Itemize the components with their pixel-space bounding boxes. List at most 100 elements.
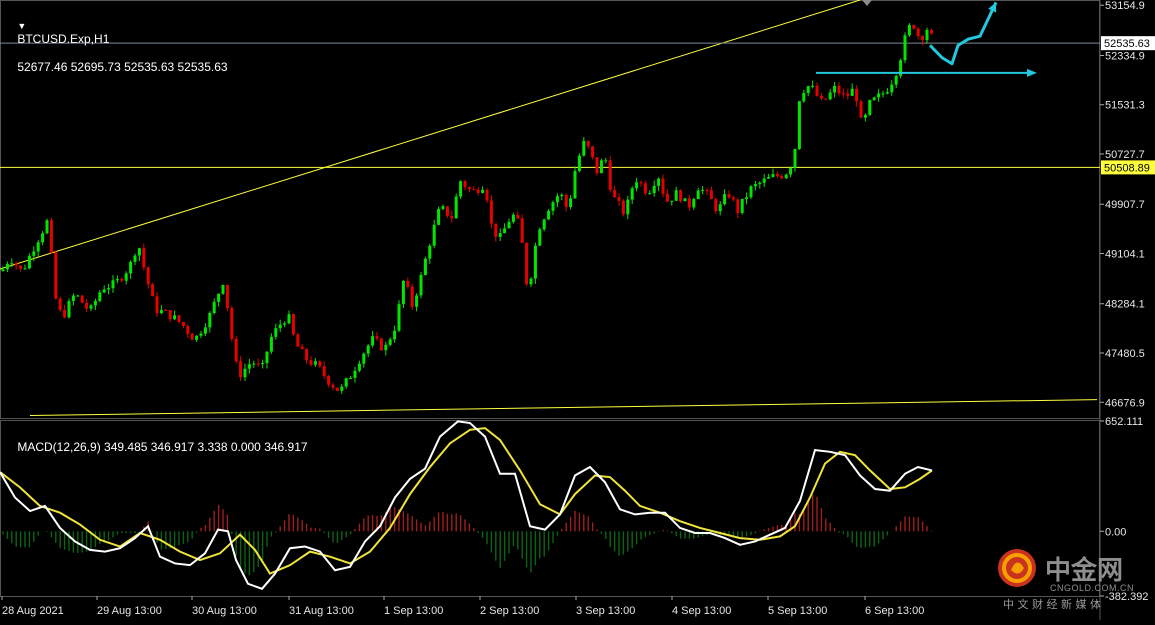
- bear-candle: [19, 265, 23, 269]
- bear-candle: [291, 314, 295, 335]
- time-tick-label: 1 Sep 13:00: [384, 605, 443, 617]
- bear-candle: [146, 267, 150, 285]
- bear-candle: [815, 85, 819, 96]
- bull-candle: [784, 174, 788, 179]
- bear-candle: [63, 309, 67, 318]
- bear-candle: [186, 325, 190, 334]
- bull-candle: [419, 274, 423, 296]
- time-tick-label: 2 Sep 13:00: [480, 605, 539, 617]
- bull-candle: [850, 88, 854, 96]
- bull-candle: [890, 84, 894, 93]
- bear-candle: [520, 218, 524, 243]
- bear-candle: [467, 187, 471, 190]
- bull-candle: [872, 97, 876, 101]
- bull-candle: [577, 155, 581, 172]
- bull-candle: [252, 363, 256, 365]
- bull-candle: [173, 315, 177, 320]
- bull-candle: [538, 229, 542, 246]
- time-tick-label: 3 Sep 13:00: [576, 605, 635, 617]
- bear-candle: [621, 200, 625, 215]
- bear-candle: [142, 248, 146, 268]
- bear-candle: [516, 214, 520, 219]
- bear-candle: [586, 140, 590, 147]
- symbol-label: BTCUSD.Exp,H1: [17, 32, 110, 46]
- bull-candle: [10, 263, 14, 265]
- bear-candle: [714, 199, 718, 212]
- bull-candle: [547, 210, 551, 220]
- bull-candle: [758, 182, 762, 185]
- bear-candle: [591, 146, 595, 158]
- bull-candle: [863, 114, 867, 118]
- bear-candle: [168, 310, 172, 320]
- bull-candle: [459, 181, 463, 197]
- chart-stage: 53154.9 52334.9 51531.3 50727.7 49907.7 49104…: [0, 0, 1155, 620]
- bull-candle: [5, 263, 9, 270]
- bull-candle: [789, 167, 793, 175]
- bull-candle: [384, 344, 388, 351]
- bear-candle: [164, 309, 168, 311]
- bear-candle: [410, 286, 414, 307]
- bull-candle: [701, 189, 705, 191]
- bull-candle: [885, 92, 889, 94]
- time-tick-label: 4 Sep 13:00: [672, 605, 731, 617]
- bull-candle: [159, 309, 163, 314]
- bull-candle: [362, 353, 366, 364]
- bear-candle: [296, 334, 300, 347]
- bull-candle: [67, 301, 71, 318]
- bear-candle: [181, 321, 185, 326]
- bull-candle: [269, 336, 273, 352]
- bull-candle: [212, 301, 216, 314]
- bull-candle: [133, 255, 137, 262]
- bear-candle: [736, 199, 740, 213]
- time-tick-label: 29 Aug 13:00: [97, 605, 162, 617]
- bull-candle: [344, 378, 348, 387]
- bull-candle: [648, 193, 652, 195]
- bear-candle: [679, 190, 683, 202]
- bull-candle: [740, 198, 744, 213]
- dropdown-triangle-icon[interactable]: ▼: [17, 21, 26, 31]
- macd-header: MACD(12,26,9) 349.485 346.917 3.338 0.00…: [4, 426, 308, 468]
- bull-candle: [762, 178, 766, 183]
- bull-candle: [555, 196, 559, 203]
- bear-candle: [58, 298, 62, 310]
- bull-candle: [287, 314, 291, 324]
- bear-candle: [256, 363, 260, 365]
- bull-candle: [423, 258, 427, 275]
- bull-candle: [674, 190, 678, 201]
- bull-candle: [393, 330, 397, 340]
- bear-candle: [824, 98, 828, 100]
- bull-candle: [802, 92, 806, 102]
- bear-candle: [705, 189, 709, 191]
- bear-candle: [327, 375, 331, 385]
- bull-candle: [635, 182, 639, 189]
- bull-candle: [93, 300, 97, 306]
- price-tick-label: 46676.9: [1105, 397, 1145, 409]
- bull-candle: [313, 361, 317, 365]
- bull-candle: [533, 245, 537, 279]
- chart-header: ▼ BTCUSD.Exp,H1 52677.46 52695.73 52535.…: [4, 4, 227, 88]
- bear-candle: [309, 360, 313, 365]
- macd-label: MACD(12,26,9) 349.485 346.917 3.338 0.00…: [17, 440, 308, 454]
- bear-candle: [780, 176, 784, 179]
- bull-candle: [657, 178, 661, 186]
- bull-candle: [877, 93, 881, 98]
- price-tick-label: 53154.9: [1105, 0, 1145, 12]
- bull-candle: [432, 224, 436, 246]
- price-chart[interactable]: 53154.9 52334.9 51531.3 50727.7 49907.7 49104…: [0, 0, 1155, 620]
- bull-candle: [401, 280, 405, 305]
- bull-candle: [221, 284, 225, 294]
- bull-candle: [907, 25, 911, 36]
- bear-candle: [489, 200, 493, 224]
- bull-candle: [371, 336, 375, 346]
- macd-tick-label: 652.111: [1105, 416, 1143, 428]
- bear-candle: [305, 349, 309, 361]
- bull-candle: [247, 364, 251, 369]
- bull-candle: [27, 255, 31, 269]
- bear-candle: [335, 387, 339, 391]
- watermark-logo-icon: [998, 549, 1036, 587]
- bull-candle: [349, 377, 353, 379]
- bull-candle: [511, 214, 515, 222]
- bull-candle: [652, 185, 656, 194]
- price-tick-label: 47480.5: [1105, 348, 1145, 360]
- bull-candle: [195, 335, 199, 340]
